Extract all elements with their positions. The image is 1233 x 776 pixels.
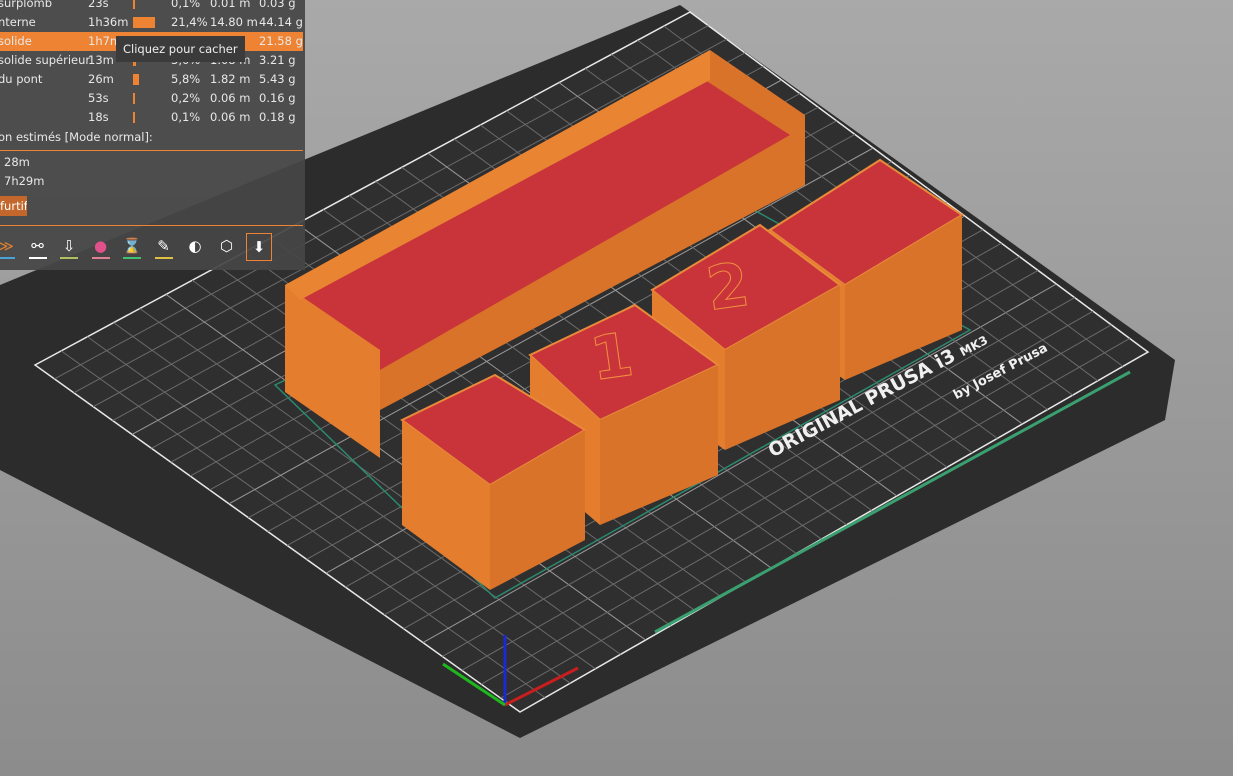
legend-row[interactable]: 53s 0,2% 0.06 m 0.16 g: [0, 89, 303, 108]
feature-time: 26m: [88, 72, 114, 86]
feature-weight: 44.14 g: [259, 15, 303, 29]
legend-row[interactable]: du pont 26m 5,8% 1.82 m 5.43 g: [0, 70, 303, 89]
toolbar-underline: [91, 257, 110, 259]
custom-gcode-glyph: ✎: [157, 237, 170, 255]
toolbar-underline: [60, 257, 78, 259]
feature-bar: [133, 112, 135, 123]
feature-name: solide supérieur: [0, 53, 91, 67]
tool-marker-glyph: ⬇: [252, 238, 266, 256]
toolbar-underline: [28, 257, 47, 259]
feature-bar: [133, 93, 135, 104]
legend-row[interactable]: nterne 1h36m 21,4% 14.80 m 44.14 g: [0, 13, 303, 32]
feature-time: 13m: [88, 53, 114, 67]
toolbar-underline: [0, 257, 15, 259]
feature-weight: 0.03 g: [259, 0, 296, 10]
feature-bar: [133, 0, 135, 9]
separator: [0, 150, 303, 151]
toolbar-underline: [123, 257, 141, 259]
separator: [0, 225, 303, 226]
color-change-glyph: ●: [93, 237, 108, 255]
feature-length: 1.82 m: [210, 72, 251, 86]
feature-weight: 21.58 g: [259, 34, 303, 48]
pause-icon[interactable]: ⌛: [120, 233, 144, 259]
feature-percent: 5,8%: [171, 72, 201, 86]
feature-name: solide: [0, 34, 32, 48]
feature-weight: 3.21 g: [259, 53, 296, 67]
legend-row[interactable]: surplomb 23s 0,1% 0.01 m 0.03 g: [0, 0, 303, 13]
legend-panel: surplomb 23s 0,1% 0.01 m 0.03 g nterne 1h36m 21…: [0, 0, 305, 270]
wipe-glyph: ⚯: [31, 237, 44, 255]
feature-length: 0.01 m: [210, 0, 251, 10]
color-change-icon[interactable]: ●: [89, 233, 113, 259]
legend-row[interactable]: 18s 0,1% 0.06 m 0.18 g: [0, 108, 303, 127]
feature-time: 1h36m: [88, 15, 129, 29]
first-layer-time: 28m: [4, 155, 30, 169]
tooltip: Cliquez pour cacher: [116, 36, 245, 62]
feature-percent: 21,4%: [171, 15, 208, 29]
feature-time: 23s: [88, 0, 109, 10]
feature-percent: 0,2%: [171, 91, 201, 105]
feature-percent: 0,1%: [171, 110, 201, 124]
feature-name: du pont: [0, 72, 43, 86]
travel-icon[interactable]: ≫: [0, 233, 18, 259]
stealth-mode-button[interactable]: furtif: [0, 196, 27, 216]
feature-percent: 0,1%: [171, 0, 201, 10]
estimates-heading: on estimés [Mode normal]:: [0, 130, 153, 144]
feature-length: 0.06 m: [210, 91, 251, 105]
wipe-icon[interactable]: ⚯: [26, 233, 50, 259]
feature-bar: [133, 17, 155, 28]
toolbar-underline: [154, 257, 173, 259]
total-time: 7h29m: [4, 174, 45, 188]
center-of-gravity-icon[interactable]: ◐: [183, 233, 207, 259]
feature-time: 18s: [88, 110, 109, 124]
feature-weight: 0.18 g: [259, 110, 296, 124]
feature-length: 14.80 m: [210, 15, 258, 29]
pause-glyph: ⌛: [122, 237, 142, 255]
custom-gcode-icon[interactable]: ✎: [152, 233, 176, 259]
feature-time: 53s: [88, 91, 109, 105]
retraction-icon[interactable]: ⇩: [57, 233, 81, 259]
center-of-gravity-glyph: ◐: [188, 237, 202, 255]
feature-name: surplomb: [0, 0, 53, 10]
feature-length: 0.06 m: [210, 110, 251, 124]
tool-marker-icon[interactable]: ⬇: [246, 233, 272, 261]
shells-glyph: ⬡: [219, 237, 234, 255]
feature-name: nterne: [0, 15, 36, 29]
retraction-glyph: ⇩: [62, 237, 76, 255]
travel-glyph: ≫: [0, 237, 14, 255]
feature-weight: 0.16 g: [259, 91, 296, 105]
feature-bar: [133, 74, 139, 85]
shells-icon[interactable]: ⬡: [215, 233, 239, 259]
feature-weight: 5.43 g: [259, 72, 296, 86]
